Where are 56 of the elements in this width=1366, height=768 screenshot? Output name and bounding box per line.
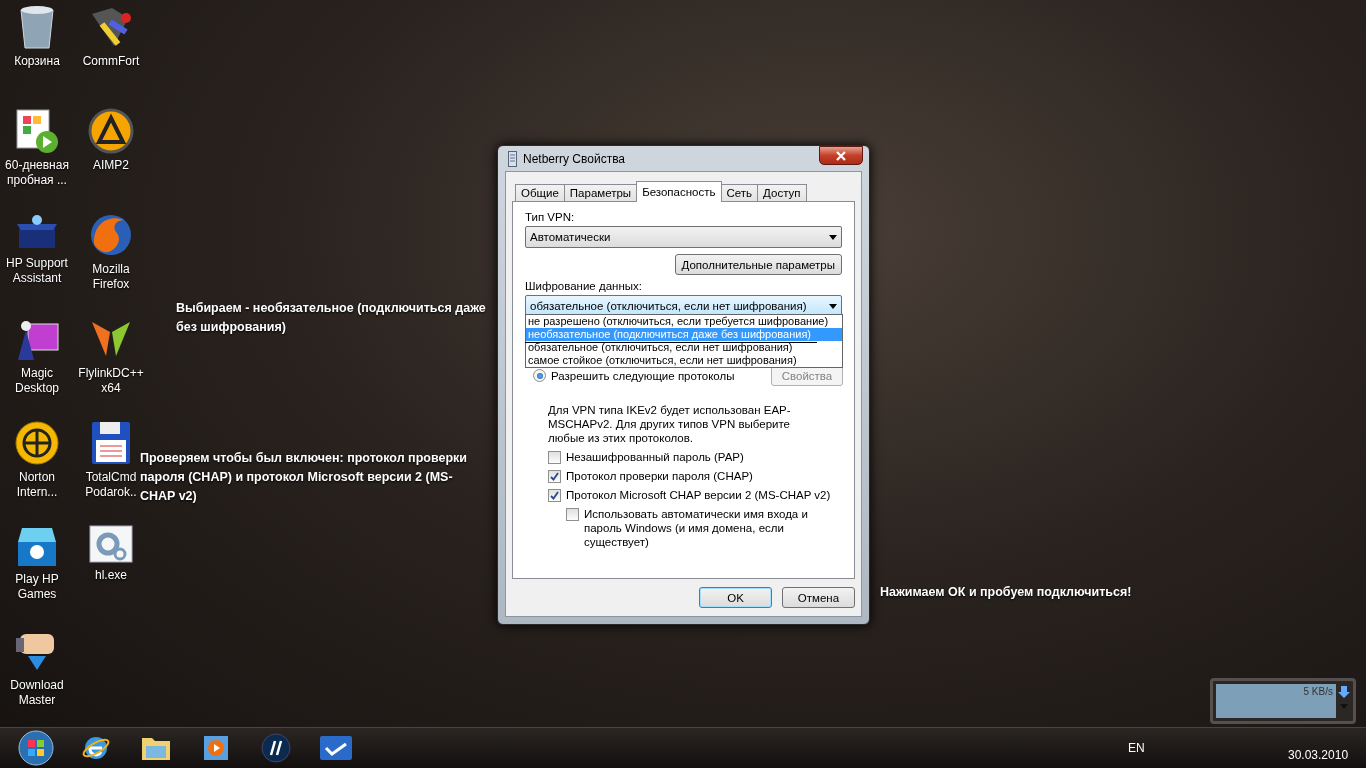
- ok-button[interactable]: OK: [699, 587, 772, 608]
- annotation-text: Проверяем чтобы был включен: протокол проверки пароля (CHAP) и протокол Microsoft версии 2 (MS-CHAP v2): [140, 450, 468, 505]
- gears-window-icon: [88, 524, 134, 564]
- recycle-bin-icon: [17, 4, 57, 50]
- desktop-icon-label[interactable]: HP Support Assistant: [4, 256, 70, 286]
- language-indicator[interactable]: EN: [1128, 741, 1145, 755]
- tab[interactable]: Общие: [515, 184, 565, 202]
- radio-button[interactable]: [533, 369, 546, 382]
- annotation-text: Выбираем - необязательное (подключиться даже без шифрования): [176, 300, 487, 336]
- tab[interactable]: Безопасность: [636, 181, 722, 202]
- checkbox[interactable]: [548, 489, 561, 502]
- encryption-dropdown[interactable]: обязательное (отключиться, если нет шифрования): [525, 295, 842, 317]
- checkbox-label: Протокол проверки пароля (CHAP): [566, 469, 753, 483]
- vpn-type-dropdown[interactable]: Автоматически: [525, 226, 842, 248]
- annotation-text: Нажимаем ОК и пробуем подключиться!: [880, 584, 1133, 601]
- desktop-icon-label[interactable]: hl.exe: [95, 568, 127, 583]
- clock-date[interactable]: 30.03.2010: [1288, 748, 1349, 762]
- caret-icon: [829, 234, 837, 240]
- checkbox[interactable]: [548, 451, 561, 464]
- desktop-icon-label[interactable]: Play HP Games: [4, 572, 70, 602]
- checkbox[interactable]: [566, 508, 579, 521]
- desktop-icon-label[interactable]: Magic Desktop: [4, 366, 70, 396]
- tab[interactable]: Доступ: [757, 184, 807, 202]
- close-button[interactable]: [819, 146, 863, 165]
- tab[interactable]: Параметры: [563, 184, 638, 202]
- triangle-logo-icon: [88, 108, 134, 154]
- desktop-icon-label[interactable]: 60-дневная пробная ...: [4, 158, 70, 188]
- field-label: Шифрование данных:: [525, 280, 642, 292]
- media-player-icon[interactable]: [202, 734, 230, 762]
- speed-reading: 5 KB/s: [1303, 686, 1333, 697]
- desktop-icon-label[interactable]: Download Master: [4, 678, 70, 708]
- desktop-icon-label[interactable]: Norton Intern...: [4, 470, 70, 500]
- fox-globe-icon: [88, 212, 134, 258]
- desktop-icon-label[interactable]: AIMP2: [93, 158, 129, 173]
- desktop-icon-label[interactable]: CommFort: [82, 54, 140, 69]
- checkmark-icon[interactable]: [319, 735, 353, 761]
- cancel-button[interactable]: Отмена: [782, 587, 855, 608]
- globe-icon: [14, 420, 60, 466]
- desktop-icon-label[interactable]: Mozilla Firefox: [78, 262, 144, 292]
- document-play-icon: [15, 108, 59, 154]
- caret-icon: [829, 303, 837, 309]
- checkbox-label: Протокол Microsoft CHAP версии 2 (MS-CHAP v2): [566, 488, 831, 502]
- checkbox-label: Использовать автоматически имя входа и пароль Windows (и имя домена, если существует): [584, 507, 809, 549]
- checkbox[interactable]: [548, 470, 561, 483]
- checkbox-label: Незашифрованный пароль (PAP): [566, 450, 744, 464]
- radio-label: Разрешить следующие протоколы: [551, 368, 735, 383]
- desktop-icon-label[interactable]: Корзина: [14, 54, 60, 69]
- field-label: Тип VPN:: [525, 210, 576, 224]
- phone-device-icon: [508, 150, 517, 167]
- info-text: Для VPN типа IKEv2 будет использован EAP-MSCHAPv2. Для других типов VPN выберите любые из этих протоколов.: [548, 403, 792, 445]
- tab[interactable]: Сеть: [720, 184, 759, 202]
- advanced-settings-button[interactable]: Дополнительные параметры: [674, 254, 842, 275]
- window-title: Netberry Свойства: [523, 151, 626, 166]
- windows-start-icon[interactable]: [18, 730, 54, 766]
- close-icon: [835, 150, 847, 161]
- desktop-icon-label[interactable]: FlylinkDC++ x64: [78, 366, 144, 396]
